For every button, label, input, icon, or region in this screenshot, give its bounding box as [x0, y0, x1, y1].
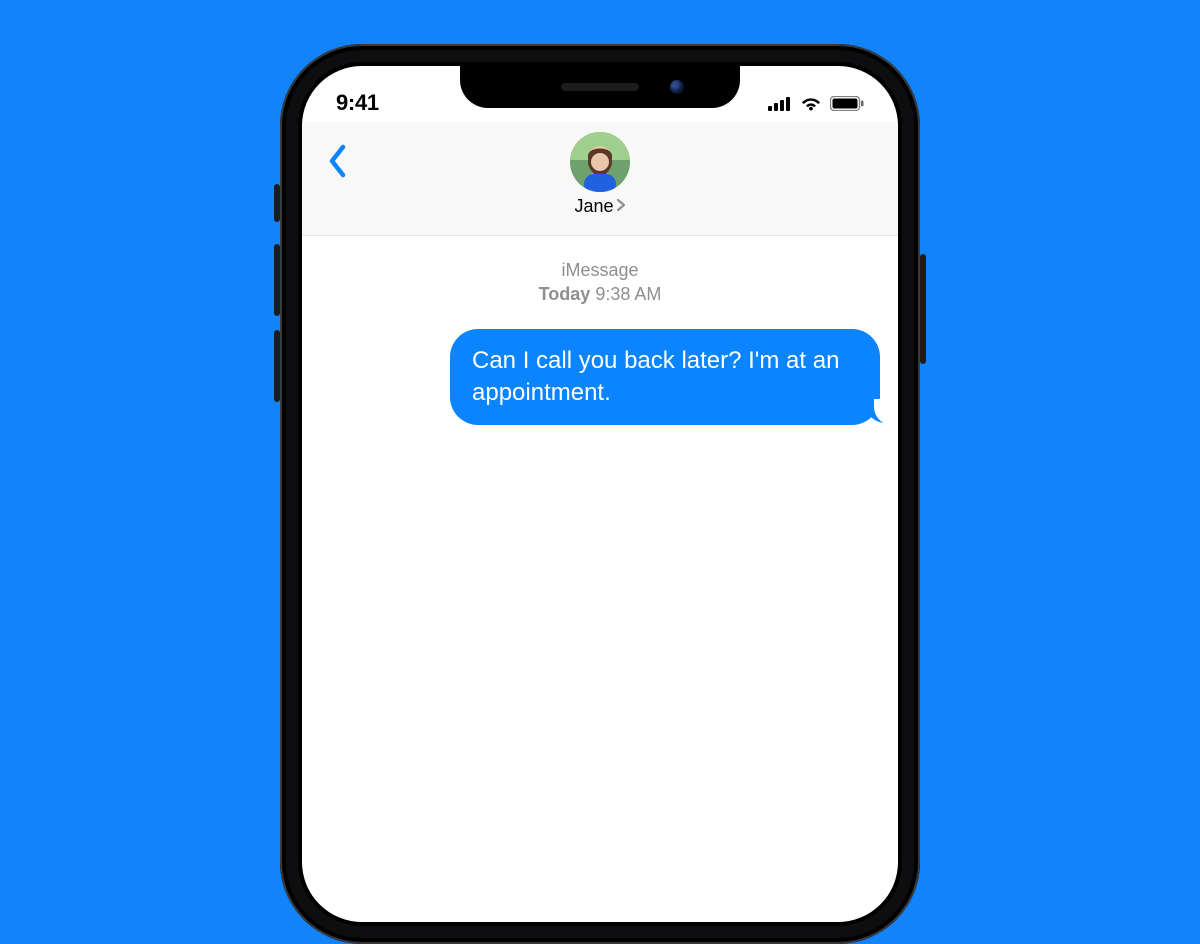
timestamp-day: Today: [539, 284, 591, 304]
battery-icon: [830, 96, 864, 116]
wifi-icon: [800, 96, 822, 116]
screen: 9:41: [302, 66, 898, 922]
contact-name: Jane: [574, 196, 613, 217]
message-text: Can I call you back later? I'm at an app…: [472, 347, 839, 406]
back-button[interactable]: [328, 144, 348, 183]
channel-label: iMessage: [320, 258, 880, 282]
bubble-tail: [864, 401, 886, 423]
front-camera: [670, 80, 684, 94]
timestamp-time: 9:38 AM: [595, 284, 661, 304]
notch: [460, 66, 740, 108]
chevron-left-icon: [328, 144, 348, 178]
status-time: 9:41: [336, 90, 379, 116]
sent-message-bubble[interactable]: Can I call you back later? I'm at an app…: [450, 329, 880, 426]
thread-timestamp: iMessage Today 9:38 AM: [320, 258, 880, 307]
volume-up-button: [274, 244, 280, 316]
mute-switch: [274, 184, 280, 222]
volume-down-button: [274, 330, 280, 402]
earpiece-speaker: [561, 83, 639, 91]
conversation-header: Jane: [302, 122, 898, 236]
phone-frame: 9:41: [280, 44, 920, 944]
contact-avatar[interactable]: [570, 132, 630, 192]
contact-name-button[interactable]: Jane: [574, 196, 625, 217]
message-thread[interactable]: iMessage Today 9:38 AM Can I call you ba…: [302, 236, 898, 447]
cellular-signal-icon: [768, 96, 792, 116]
chevron-right-icon: [616, 196, 626, 217]
side-button: [920, 254, 926, 364]
